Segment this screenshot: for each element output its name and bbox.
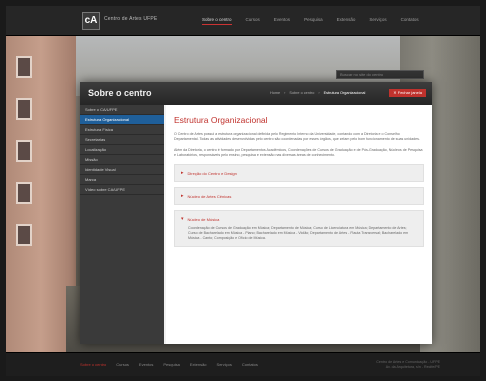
sidebar-item-marca[interactable]: Marca (80, 175, 164, 185)
accordion-header[interactable]: ▸ Direção do Centro e Design (181, 170, 417, 176)
modal-header: Sobre o centro Home › Sobre o centro › E… (80, 82, 432, 105)
chevron-down-icon: ▾ (181, 216, 184, 222)
footer-link-eventos[interactable]: Eventos (139, 362, 153, 367)
footer-address-line: Av. da Arquitetura, s/n - Recife/PE (385, 365, 440, 369)
accordion: ▸ Direção do Centro e Design ▸ Núcleo de… (174, 164, 424, 247)
nav-cursos[interactable]: Cursos (246, 17, 260, 25)
chevron-right-icon: ▸ (181, 193, 184, 199)
search-input[interactable]: Buscar no site do centro (336, 70, 424, 79)
sidebar-item-estrutura-organizacional[interactable]: Estrutura Organizacional (80, 115, 164, 125)
modal-content: Estrutura Organizacional O Centro de Art… (166, 105, 432, 344)
building-window (16, 56, 32, 78)
footer-link-extensao[interactable]: Extensão (190, 362, 207, 367)
nav-eventos[interactable]: Eventos (274, 17, 290, 25)
footer-link-servicos[interactable]: Serviços (217, 362, 232, 367)
accordion-header[interactable]: ▾ Núcleo de Música (181, 216, 417, 222)
building-window (16, 224, 32, 246)
building-window (16, 98, 32, 120)
nav-servicos[interactable]: Serviços (369, 17, 386, 25)
accordion-item[interactable]: ▸ Núcleo de Artes Cênicas (174, 187, 424, 205)
close-button[interactable]: ✕ Fechar janela (389, 89, 426, 97)
footer-nav: Sobre o centro Cursos Eventos Pesquisa E… (80, 362, 258, 367)
building-window (16, 140, 32, 162)
breadcrumb-current: Estrutura Organizacional (323, 91, 366, 95)
accordion-title: Núcleo de Música (187, 216, 220, 222)
nav-contatos[interactable]: Contatos (401, 17, 419, 25)
breadcrumb-sobre[interactable]: Sobre o centro (289, 91, 314, 95)
page-title: Estrutura Organizacional (174, 115, 268, 125)
accordion-item[interactable]: ▸ Direção do Centro e Design (174, 164, 424, 182)
sidebar-item-localizacao[interactable]: Localização (80, 145, 164, 155)
accordion-body: Coordenação de Cursos de Graduação em Mú… (188, 226, 409, 240)
accordion-item[interactable]: ▾ Núcleo de Música Coordenação de Cursos… (174, 210, 424, 247)
browser-frame: cA Centro de Artes UFPE Sobre o centro C… (6, 6, 480, 376)
footer-address: Centro de Artes e Comunicação - UFPE Av.… (376, 360, 440, 370)
footer: Sobre o centro Cursos Eventos Pesquisa E… (6, 352, 480, 376)
top-navigation: cA Centro de Artes UFPE Sobre o centro C… (6, 6, 480, 36)
sidebar-item-identidade-visual[interactable]: Identidade Visual (80, 165, 164, 175)
modal-title: Sobre o centro (88, 88, 152, 98)
chevron-right-icon: ▸ (181, 170, 184, 176)
nav-extensao[interactable]: Extensão (337, 17, 356, 25)
sidebar-item-secretarias[interactable]: Secretarias (80, 135, 164, 145)
main-nav: Sobre o centro Cursos Eventos Pesquisa E… (202, 17, 419, 25)
breadcrumb: Home › Sobre o centro › Estrutura Organi… (270, 91, 365, 95)
building-window (16, 182, 32, 204)
site-name[interactable]: Centro de Artes UFPE (104, 16, 157, 22)
nav-pesquisa[interactable]: Pesquisa (304, 17, 323, 25)
content-paragraph: O Centro de Artes possui a estrutura org… (174, 132, 420, 141)
breadcrumb-separator: › (318, 91, 320, 95)
footer-link-contatos[interactable]: Contatos (242, 362, 258, 367)
accordion-header[interactable]: ▸ Núcleo de Artes Cênicas (181, 193, 417, 199)
accordion-title: Direção do Centro e Design (187, 170, 237, 176)
footer-link-sobre[interactable]: Sobre o centro (80, 362, 106, 367)
accordion-title: Núcleo de Artes Cênicas (187, 193, 232, 199)
breadcrumb-separator: › (284, 91, 286, 95)
nav-sobre[interactable]: Sobre o centro (202, 17, 232, 25)
footer-link-cursos[interactable]: Cursos (116, 362, 129, 367)
sidebar-item-missao[interactable]: Missão (80, 155, 164, 165)
logo[interactable]: cA (82, 12, 100, 30)
about-modal: Sobre o centro Home › Sobre o centro › E… (80, 82, 432, 344)
sidebar-item-video[interactable]: Vídeo sobre CA/UFPE (80, 185, 164, 195)
content-paragraph: Além da Diretoria, o centro é formado po… (174, 148, 423, 157)
breadcrumb-home[interactable]: Home (270, 91, 280, 95)
footer-link-pesquisa[interactable]: Pesquisa (163, 362, 179, 367)
sidebar-item-sobre[interactable]: Sobre o CA/UFPE (80, 105, 164, 115)
modal-sidebar: Sobre o CA/UFPE Estrutura Organizacional… (80, 105, 164, 344)
sidebar-item-estrutura-fisica[interactable]: Estrutura Física (80, 125, 164, 135)
